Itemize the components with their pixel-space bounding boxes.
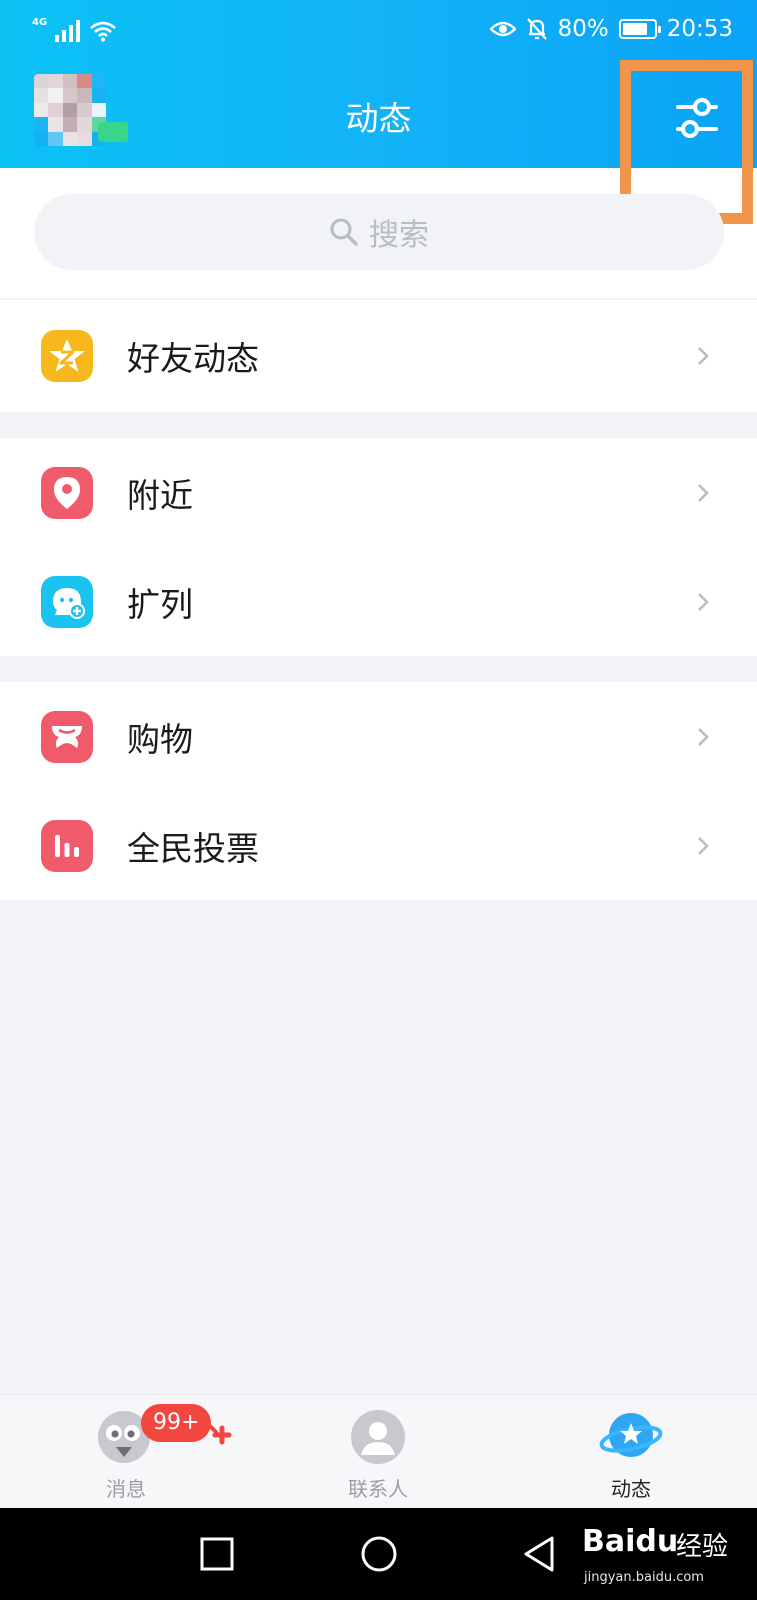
menu-item-nearby[interactable]: 附近 — [0, 438, 757, 548]
tab-label: 联系人 — [348, 1477, 408, 1501]
menu-item-label: 全民投票 — [127, 829, 259, 868]
battery-percent: 80% — [557, 16, 609, 42]
battery-level — [622, 23, 647, 35]
contact-person-icon — [351, 1410, 405, 1464]
tab-label: 动态 — [611, 1477, 651, 1501]
watermark-tag: 经验 — [676, 1532, 729, 1562]
triangle-back-icon[interactable] — [522, 1535, 556, 1573]
wifi-icon — [90, 21, 117, 42]
menu-item-vote[interactable]: 全民投票 — [0, 792, 757, 900]
menu-group-1: 好友动态 — [0, 300, 757, 412]
menu-item-label: 购物 — [127, 720, 193, 759]
baidu-watermark: Baidu 经验 jingyan.baidu.com — [580, 1512, 750, 1598]
filter-button[interactable] — [670, 92, 726, 144]
shopping-bow-icon — [41, 711, 93, 763]
circle-icon[interactable] — [360, 1535, 398, 1573]
eye-comfort-icon — [489, 21, 516, 37]
location-pin-icon — [41, 467, 93, 519]
chevron-right-icon — [698, 484, 709, 502]
qzone-star-icon — [41, 330, 93, 382]
tab-label: 消息 — [106, 1477, 146, 1501]
status-right: 80% 20:53 — [489, 16, 733, 42]
vote-chart-icon — [41, 820, 93, 872]
chevron-right-icon — [698, 593, 709, 611]
tab-feed[interactable]: 动态 — [561, 1395, 701, 1509]
signal-icon — [55, 20, 81, 42]
menu-item-label: 好友动态 — [127, 339, 259, 378]
unread-badge: 99+ — [141, 1404, 212, 1442]
bottom-tab-bar: 消息 联系人 动态 — [0, 1394, 757, 1508]
search-bar[interactable]: 搜索 — [34, 194, 724, 270]
watermark-logo: Baidu — [582, 1524, 679, 1559]
tab-contacts[interactable]: 联系人 — [308, 1395, 448, 1509]
battery-icon — [618, 19, 661, 39]
chevron-right-icon — [698, 728, 709, 746]
page-title: 动态 — [345, 99, 412, 138]
network-type: 4G — [32, 17, 48, 28]
menu-item-friend-feed[interactable]: 好友动态 — [0, 300, 757, 412]
menu-group-3: 购物 全民投票 — [0, 682, 757, 900]
status-bar: 4G 80% 20:53 — [0, 0, 757, 62]
app-header: 4G 80% 20:53 动态 — [0, 0, 757, 168]
search-placeholder: 搜索 — [369, 218, 429, 253]
badge-sparkle-icon — [206, 1422, 232, 1445]
menu-item-shopping[interactable]: 购物 — [0, 682, 757, 792]
planet-star-icon — [599, 1413, 663, 1457]
search-icon — [330, 218, 358, 246]
clock: 20:53 — [666, 16, 733, 42]
watermark-url: jingyan.baidu.com — [584, 1570, 704, 1585]
menu-group-2: 附近 扩列 — [0, 438, 757, 656]
menu-item-label: 附近 — [127, 476, 193, 515]
sliders-icon — [676, 98, 718, 138]
mute-bell-icon — [526, 18, 547, 40]
chevron-right-icon — [698, 347, 709, 365]
chevron-right-icon — [698, 837, 709, 855]
status-left: 4G — [32, 18, 117, 42]
menu-item-expand-friends[interactable]: 扩列 — [0, 548, 757, 656]
menu-item-label: 扩列 — [127, 585, 193, 624]
face-plus-icon — [41, 576, 93, 628]
square-icon[interactable] — [200, 1537, 234, 1571]
